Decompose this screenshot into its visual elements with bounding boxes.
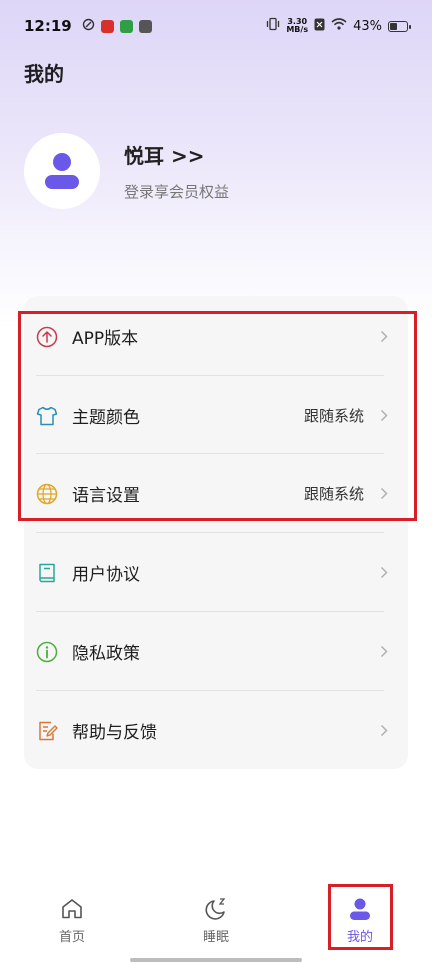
status-bar: 12:19 3.30 MB/s 43% xyxy=(0,0,432,52)
arrow-up-circle-icon xyxy=(36,326,58,348)
status-left: 12:19 xyxy=(24,17,152,35)
info-circle-icon xyxy=(36,641,58,663)
menu-item-label: 隐私政策 xyxy=(72,644,140,664)
menu-item-theme-color[interactable]: 主题颜色 跟随系统 xyxy=(24,376,408,455)
status-time: 12:19 xyxy=(24,17,72,35)
menu-item-value: 跟随系统 xyxy=(303,407,364,425)
menu-item-help-feedback[interactable]: 帮助与反馈 xyxy=(24,691,408,770)
menu-item-app-version[interactable]: APP版本 xyxy=(24,297,408,376)
user-avatar-icon xyxy=(45,153,79,189)
bottom-tab-bar: 首页 睡眠 我的 xyxy=(0,882,432,964)
menu-item-label: 帮助与反馈 xyxy=(72,723,157,743)
chevron-right-icon xyxy=(380,330,390,344)
profile-subtitle: 登录享会员权益 xyxy=(124,183,230,201)
battery-icon xyxy=(388,20,411,32)
tab-mine[interactable]: 我的 xyxy=(320,896,400,945)
wifi-icon xyxy=(331,18,347,34)
home-icon xyxy=(62,899,82,919)
home-indicator[interactable] xyxy=(130,958,302,962)
moon-icon xyxy=(205,898,226,920)
settings-menu-card: APP版本 主题颜色 跟随系统 语言设置 跟随系统 用户协议 隐私政策 帮助与反… xyxy=(24,296,408,769)
chevron-right-icon xyxy=(380,487,390,501)
tab-label: 我的 xyxy=(346,930,373,945)
tab-label: 首页 xyxy=(58,930,85,945)
network-speed-unit: MB/s xyxy=(286,25,309,34)
menu-item-label: 语言设置 xyxy=(72,486,140,506)
tab-home[interactable]: 首页 xyxy=(32,896,112,945)
menu-item-label: 主题颜色 xyxy=(72,408,140,428)
notification-app-icon xyxy=(138,19,152,33)
menu-item-privacy-policy[interactable]: 隐私政策 xyxy=(24,612,408,691)
menu-item-label: APP版本 xyxy=(72,329,139,349)
profile-name[interactable]: 悦耳 >> xyxy=(124,140,229,169)
chevron-right-icon xyxy=(380,724,390,738)
tab-sleep[interactable]: 睡眠 xyxy=(176,896,256,945)
menu-item-user-agreement[interactable]: 用户协议 xyxy=(24,533,408,612)
globe-icon xyxy=(36,483,58,505)
notification-app-icon xyxy=(100,19,114,33)
sim-icon xyxy=(314,18,325,35)
menu-item-value: 跟随系统 xyxy=(303,485,364,503)
page-title: 我的 xyxy=(24,62,64,86)
avatar[interactable] xyxy=(24,133,100,209)
network-speed: 3.30 MB/s xyxy=(286,18,308,34)
chevron-right-icon xyxy=(380,409,390,423)
chevron-right-icon xyxy=(380,566,390,580)
profile-header[interactable]: 悦耳 >> 登录享会员权益 xyxy=(24,133,229,209)
status-right: 3.30 MB/s 43% xyxy=(266,17,411,35)
shirt-icon xyxy=(36,405,58,427)
tab-label: 睡眠 xyxy=(202,930,229,945)
vibrate-icon xyxy=(266,17,280,35)
battery-percent: 43% xyxy=(353,18,382,34)
menu-item-language[interactable]: 语言设置 跟随系统 xyxy=(24,454,408,533)
book-icon xyxy=(36,562,58,584)
profile-text: 悦耳 >> 登录享会员权益 xyxy=(124,140,229,202)
edit-document-icon xyxy=(36,720,58,742)
user-icon xyxy=(350,898,370,920)
chevron-right-icon xyxy=(380,645,390,659)
notification-app-icon xyxy=(119,19,133,33)
notification-app-icon xyxy=(82,18,95,35)
menu-item-label: 用户协议 xyxy=(72,565,140,585)
